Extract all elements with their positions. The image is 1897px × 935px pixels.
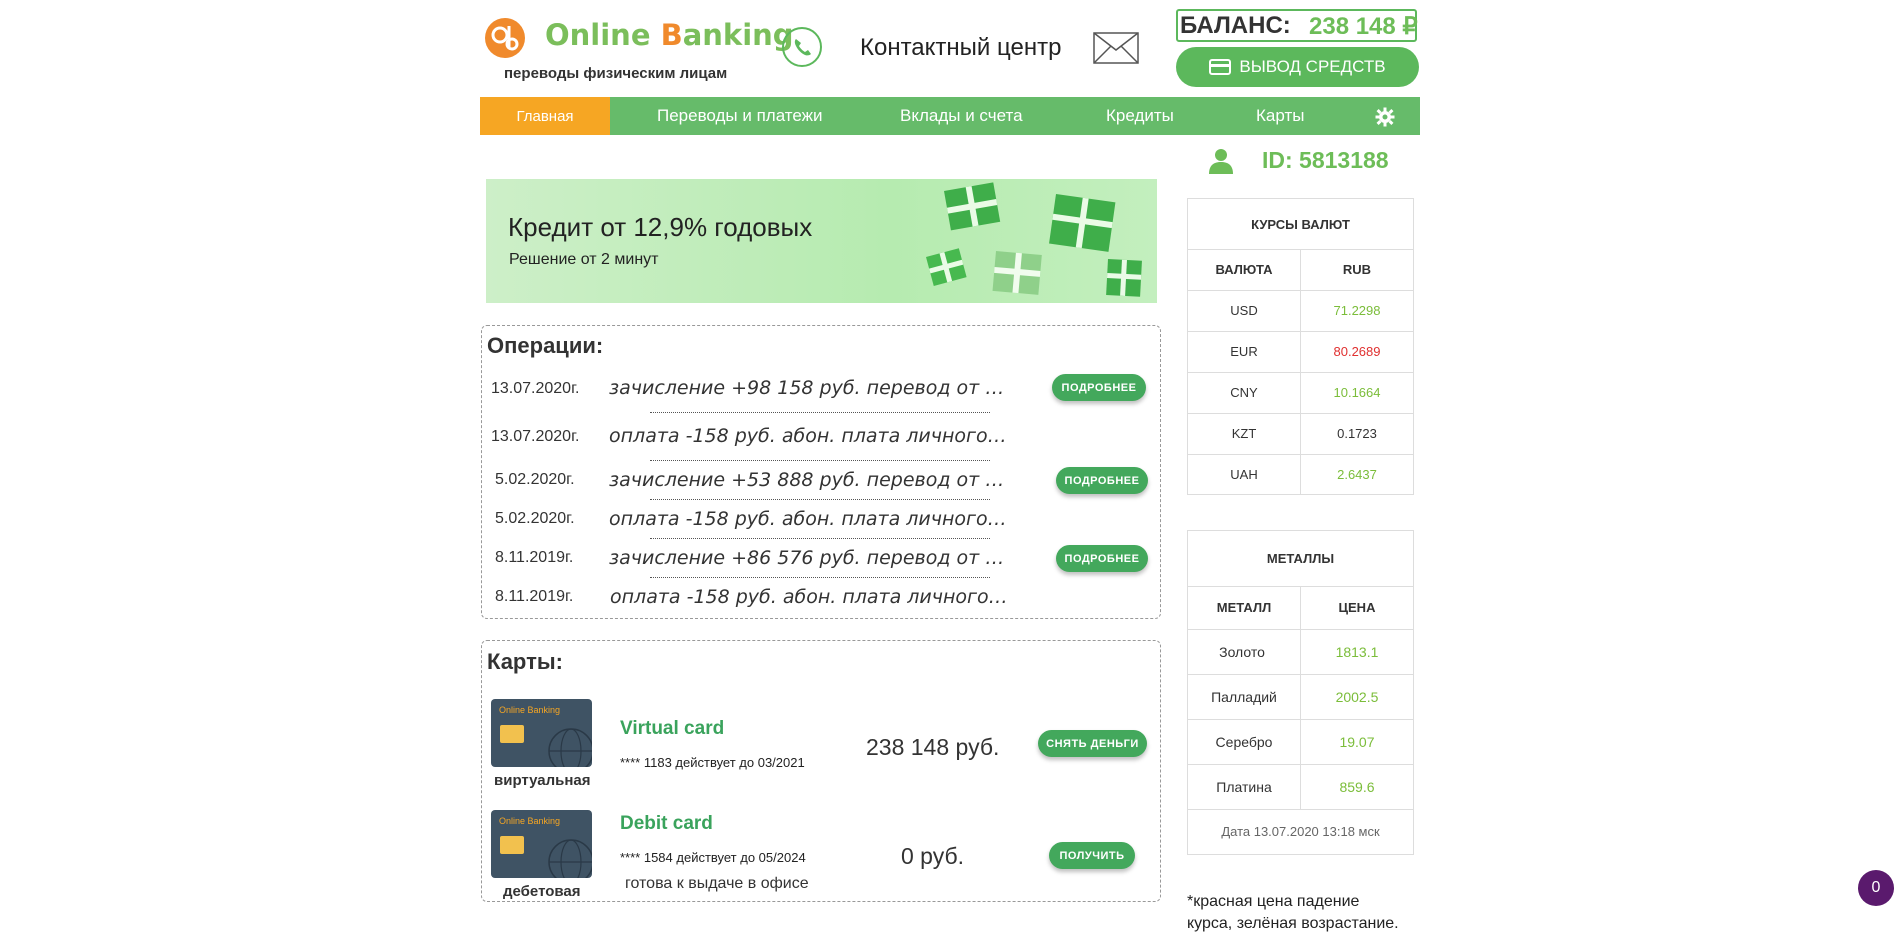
- main-nav: Главная Переводы и платежи Вклады и счет…: [480, 97, 1420, 135]
- card-amount: 0 руб.: [901, 843, 965, 869]
- currency-code: KZT: [1231, 426, 1257, 441]
- divider: [650, 577, 990, 578]
- footnote-line: *красная цена падение: [1187, 893, 1360, 910]
- metals-title: МЕТАЛЛЫ: [1266, 551, 1335, 566]
- card-name[interactable]: Debit card: [620, 813, 713, 835]
- currency-col-header: ВАЛЮТА: [1215, 262, 1273, 277]
- chat-badge[interactable]: 0: [1858, 870, 1894, 906]
- details-button[interactable]: ПОДРОБНЕЕ: [1056, 545, 1148, 572]
- currency-code: CNY: [1230, 385, 1258, 400]
- operation-description: зачисление +98 158 руб. перевод от ЖКХ..…: [609, 377, 1009, 399]
- operation-description: оплата -158 руб. абон. плата личного к..…: [609, 508, 1009, 530]
- card-type-label: дебетовая: [503, 883, 581, 900]
- metal-price: 2002.5: [1335, 688, 1379, 705]
- logo-letter-b: B: [660, 18, 683, 52]
- gear-icon: [1375, 107, 1395, 127]
- receive-card-button[interactable]: ПОЛУЧИТЬ: [1049, 842, 1135, 869]
- metals-date: Дата 13.07.2020 13:18 мск: [1221, 824, 1380, 839]
- globe-icon: [548, 728, 592, 767]
- logo-word-banking: anking: [682, 18, 794, 52]
- currency-rate: 0.1723: [1337, 426, 1377, 441]
- nav-credits[interactable]: Кредиты: [1106, 97, 1174, 135]
- operation-description: оплата -158 руб. абон. плата личного к..…: [610, 586, 1010, 608]
- currency-code: USD: [1230, 303, 1258, 318]
- currency-rate: 2.6437: [1337, 466, 1377, 482]
- card-status-note: готова к выдаче в офисе: [625, 875, 809, 892]
- withdraw-money-button[interactable]: СНЯТЬ ДЕНЬГИ: [1038, 730, 1147, 757]
- mail-icon: [1093, 32, 1139, 64]
- operation-description: оплата -158 руб. абон. плата личного к..…: [609, 425, 1009, 447]
- operation-date: 13.07.2020г.: [491, 428, 580, 445]
- currency-rate: 80.2689: [1333, 344, 1381, 359]
- operation-date: 5.02.2020г.: [495, 471, 575, 488]
- divider: [650, 460, 990, 461]
- phone-button[interactable]: [782, 27, 822, 67]
- withdraw-label: ВЫВОД СРЕДСТВ: [1239, 57, 1386, 76]
- operation-date: 8.11.2019г.: [495, 588, 574, 605]
- cards-title: Карты:: [487, 649, 563, 674]
- operation-date: 8.11.2019г.: [495, 549, 574, 566]
- logo-word-online: nline: [569, 18, 651, 52]
- metal-name: Серебро: [1215, 733, 1273, 750]
- withdraw-button[interactable]: ВЫВОД СРЕДСТВ: [1176, 47, 1419, 87]
- card-type-label: виртуальная: [494, 772, 591, 789]
- currency-rate: 71.2298: [1333, 303, 1381, 318]
- operations-title: Операции:: [487, 333, 604, 358]
- nav-deposits[interactable]: Вклады и счета: [900, 97, 1023, 135]
- metal-col-header: МЕТАЛЛ: [1216, 600, 1272, 615]
- balance-label: БАЛАНС:: [1180, 12, 1291, 39]
- virtual-card-image[interactable]: Online Banking: [491, 699, 592, 767]
- operation-date: 5.02.2020г.: [495, 510, 575, 527]
- metal-price: 1813.1: [1335, 643, 1379, 660]
- metal-price: 859.6: [1339, 778, 1375, 795]
- currency-code: EUR: [1230, 344, 1258, 359]
- footnote-line: курса, зелёная возрастание.: [1187, 915, 1399, 932]
- price-col-header: ЦЕНА: [1338, 600, 1376, 615]
- card-meta: **** 1183 действует до 03/2021: [620, 755, 805, 770]
- phone-icon: [794, 39, 811, 56]
- divider: [650, 412, 990, 413]
- card-name[interactable]: Virtual card: [620, 718, 724, 740]
- nav-home[interactable]: Главная: [480, 97, 610, 135]
- logo-mark[interactable]: [485, 18, 525, 58]
- nav-transfers[interactable]: Переводы и платежи: [657, 97, 823, 135]
- mail-button[interactable]: [1093, 32, 1139, 69]
- currency-rate: 10.1664: [1333, 385, 1381, 400]
- rub-col-header: RUB: [1342, 262, 1372, 277]
- divider: [650, 538, 990, 539]
- operation-date: 13.07.2020г.: [491, 380, 580, 397]
- user-id: ID: 5813188: [1262, 147, 1389, 173]
- globe-icon: [548, 839, 592, 878]
- divider: [650, 499, 990, 500]
- operation-description: зачисление +86 576 руб. перевод от Goo..…: [609, 547, 1009, 569]
- logo-wordmark[interactable]: Online Banking: [545, 18, 794, 52]
- operation-description: зачисление +53 888 руб. перевод от Здр..…: [609, 469, 1009, 491]
- card-meta: **** 1584 действует до 05/2024: [620, 850, 806, 865]
- metal-name: Платина: [1216, 778, 1272, 795]
- metal-name: Золото: [1219, 643, 1265, 660]
- details-button[interactable]: ПОДРОБНЕЕ: [1056, 467, 1148, 494]
- debit-card-image[interactable]: Online Banking: [491, 810, 592, 878]
- contact-center-link[interactable]: Контактный центр: [860, 34, 1061, 62]
- currency-code: UAH: [1230, 466, 1258, 482]
- currency-table: КУРСЫ ВАЛЮТ ВАЛЮТА RUB USD 71.2298 EUR 8…: [1187, 198, 1414, 495]
- nav-cards[interactable]: Карты: [1256, 97, 1304, 135]
- card-amount: 238 148 руб.: [866, 734, 1000, 760]
- metal-name: Палладий: [1211, 688, 1277, 705]
- card-icon: [1209, 59, 1232, 75]
- logo-ob-icon: [491, 26, 519, 51]
- metals-table: МЕТАЛЛЫ МЕТАЛЛ ЦЕНА Золото 1813.1 Паллад…: [1187, 530, 1414, 855]
- banner-subtitle: Решение от 2 минут: [509, 251, 659, 268]
- balance-value: 238 148 ₽: [1309, 13, 1418, 40]
- user-icon[interactable]: [1208, 147, 1234, 179]
- details-button[interactable]: ПОДРОБНЕЕ: [1052, 374, 1146, 401]
- settings-button[interactable]: [1375, 107, 1395, 132]
- price-footnote: *красная цена падение курса, зелёная воз…: [1187, 891, 1399, 935]
- currency-title: КУРСЫ ВАЛЮТ: [1251, 216, 1350, 232]
- logo-tagline: переводы физическим лицам: [504, 65, 728, 82]
- metal-price: 19.07: [1339, 733, 1375, 750]
- banner-title: Кредит от 12,9% годовых: [508, 212, 813, 242]
- logo-letter-o: O: [545, 18, 570, 52]
